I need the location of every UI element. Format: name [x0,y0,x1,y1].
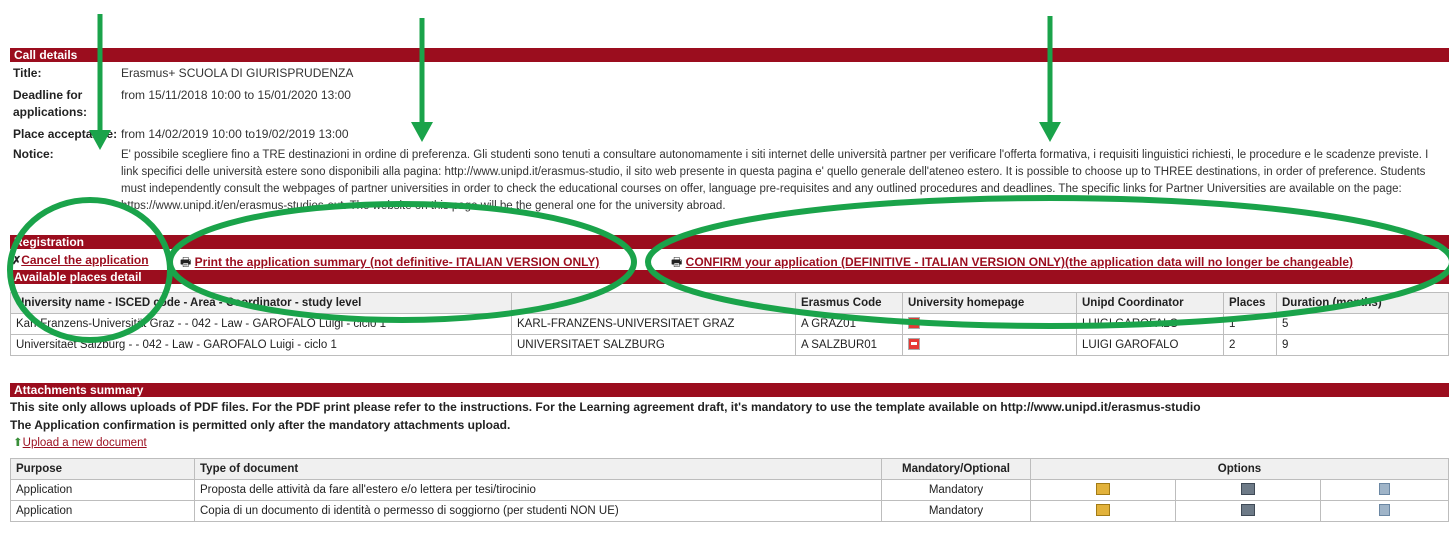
column-header [511,292,796,314]
attachments-info-2: The Application confirmation is permitte… [10,418,511,432]
option-cell [1029,479,1177,501]
table-cell: Proposta delle attività da fare all'este… [194,479,882,501]
deadline-label-2: applications: [13,105,88,119]
cancel-application-link[interactable]: ✗Cancel the application [12,253,149,267]
column-header: Duration (months) [1276,292,1449,314]
column-header: Type of document [194,458,882,480]
cancel-icon: ✗ [12,255,22,267]
edit-document-icon[interactable] [1241,503,1256,516]
table-cell: 9 [1276,334,1449,356]
places-table: University name - ISCED code - Area - Co… [10,292,1449,356]
annotation-arrow [411,18,433,142]
table-header-row: University name - ISCED code - Area - Co… [10,292,1449,314]
printer-icon: 🖶 [671,255,683,269]
table-cell: LUIGI GAROFALO [1076,334,1224,356]
annotation-arrow [1039,16,1061,142]
column-header: University name - ISCED code - Area - Co… [10,292,512,314]
upload-document-label: Upload a new document [22,437,147,449]
table-row: Universitaet Salzburg - - 042 - Law - GA… [10,334,1449,356]
attachments-table: Purpose Type of document Mandatory/Optio… [10,458,1449,522]
call-details-header: Call details [10,48,1449,62]
cancel-application-label: Cancel the application [21,253,149,267]
option-cell [1320,479,1449,501]
title-value: Erasmus+ SCUOLA DI GIURISPRUDENZA [121,66,354,80]
upload-icon: ⬆ [13,437,23,449]
table-header-row: Purpose Type of document Mandatory/Optio… [10,458,1449,480]
column-header: Unipd Coordinator [1076,292,1224,314]
attachments-info-1: This site only allows uploads of PDF fil… [10,400,1201,414]
registration-header: Registration [10,235,1449,249]
column-header: Purpose [10,458,195,480]
table-row: Application Copia di un documento di ide… [10,500,1449,522]
table-cell: Application [10,500,195,522]
table-cell: 1 [1223,313,1277,335]
trash-icon[interactable] [1379,503,1391,516]
column-header: University homepage [902,292,1077,314]
folder-icon[interactable] [1096,503,1111,516]
attachments-header: Attachments summary [10,383,1449,397]
column-header: Erasmus Code [795,292,903,314]
table-row: Application Proposta delle attività da f… [10,479,1449,501]
university-homepage-cell [902,334,1077,356]
table-row: Karl-Franzens-Universität Graz - - 042 -… [10,313,1449,335]
option-cell [1320,500,1449,522]
column-header: Places [1223,292,1277,314]
title-label: Title: [13,66,42,80]
folder-icon[interactable] [1096,482,1111,495]
table-cell: Universitaet Salzburg - - 042 - Law - GA… [10,334,512,356]
external-link-icon[interactable] [908,337,920,350]
table-cell: LUIGI GAROFALO [1076,313,1224,335]
option-cell [1175,500,1322,522]
table-cell: Copia di un documento di identità o perm… [194,500,882,522]
deadline-label-1: Deadline for [13,88,83,102]
table-cell: A GRAZ01 [795,313,903,335]
edit-document-icon[interactable] [1241,482,1256,495]
column-header: Mandatory/Optional [881,458,1031,480]
table-cell: Mandatory [881,479,1031,501]
print-summary-label: Print the application summary (not defin… [194,255,600,269]
table-cell: 2 [1223,334,1277,356]
table-cell: KARL-FRANZENS-UNIVERSITAET GRAZ [511,313,796,335]
place-value: from 14/02/2019 10:00 to19/02/2019 13:00 [121,127,349,141]
confirm-application-label: CONFIRM your application (DEFINITIVE - I… [685,255,1354,269]
option-cell [1029,500,1177,522]
table-cell: 5 [1276,313,1449,335]
option-cell [1175,479,1322,501]
external-link-icon[interactable] [908,316,920,329]
table-cell: A SALZBUR01 [795,334,903,356]
table-cell: Mandatory [881,500,1031,522]
notice-text: E' possibile scegliere fino a TRE destin… [121,149,1429,212]
table-cell: Karl-Franzens-Universität Graz - - 042 -… [10,313,512,335]
table-cell: UNIVERSITAET SALZBURG [511,334,796,356]
column-header: Options [1030,458,1449,480]
table-cell: Application [10,479,195,501]
places-header: Available places detail [10,270,1449,284]
printer-icon: 🖶 [180,255,192,269]
notice-label: Notice: [13,147,54,161]
trash-icon[interactable] [1379,482,1391,495]
upload-document-link[interactable]: ⬆Upload a new document [13,435,147,449]
deadline-value: from 15/11/2018 10:00 to 15/01/2020 13:0… [121,88,351,102]
place-label: Place acceptance: [13,127,118,141]
university-homepage-cell [902,313,1077,335]
